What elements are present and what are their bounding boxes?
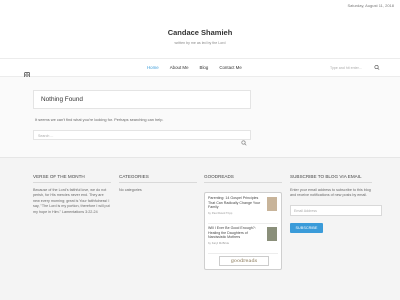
search-icon[interactable] <box>374 64 380 71</box>
verse-widget: VERSE OF THE MONTH Because of the Lord's… <box>33 174 111 215</box>
nav-menu: Home About Me Blog Contact Me <box>147 65 253 70</box>
verse-heading: VERSE OF THE MONTH <box>33 174 111 183</box>
page-title: Nothing Found <box>41 96 83 103</box>
main-navigation: Home About Me Blog Contact Me Type and h… <box>0 58 400 78</box>
instagram-icon[interactable] <box>24 65 30 78</box>
nav-item-contact-me[interactable]: Contact Me <box>219 65 241 70</box>
main-content: Nothing Found It seems we can't find wha… <box>0 77 400 157</box>
book-title[interactable]: Parenting: 14 Gospel Principles That Can… <box>208 196 266 210</box>
book-title[interactable]: Will I Ever Be Good Enough?: Healing the… <box>208 226 266 240</box>
nav-item-blog[interactable]: Blog <box>200 65 209 70</box>
book-cover[interactable] <box>267 197 277 211</box>
categories-heading: CATEGORIES <box>119 174 197 183</box>
subscribe-button[interactable]: SUBSCRIBE <box>290 222 323 233</box>
site-tagline: written by me as led by the Lord <box>174 41 226 45</box>
search-placeholder: Search ... <box>38 133 54 138</box>
nav-item-about-me[interactable]: About Me <box>170 65 189 70</box>
site-title[interactable]: Candace Shamieh <box>0 28 400 37</box>
not-found-message: It seems we can't find what you're looki… <box>35 117 164 122</box>
header-search-placeholder: Type and hit enter... <box>330 65 362 70</box>
verse-text: Because of the Lord's faithful love, we … <box>33 188 110 214</box>
categories-text: No categories <box>119 188 142 192</box>
book-cover[interactable] <box>267 227 277 241</box>
subscribe-heading: SUBSCRIBE TO BLOG VIA EMAIL <box>290 174 372 183</box>
goodreads-shelf: Parenting: 14 Gospel Principles That Can… <box>204 192 282 270</box>
subscribe-widget: SUBSCRIBE TO BLOG VIA EMAIL Enter your e… <box>290 174 382 233</box>
nav-item-home[interactable]: Home <box>147 65 159 70</box>
search-input[interactable]: Search ... <box>33 130 251 146</box>
goodreads-logo[interactable]: goodreads <box>219 256 269 266</box>
book-author: by Paul David Tripp <box>208 210 233 215</box>
goodreads-widget: GOODREADS Parenting: 14 Gospel Principle… <box>204 174 282 270</box>
top-bar: Saturday, August 11, 2018 <box>0 0 400 10</box>
email-field[interactable]: Email Address <box>290 204 382 216</box>
header-search-input[interactable]: Type and hit enter... <box>330 64 380 72</box>
current-date: Saturday, August 11, 2018 <box>347 3 394 8</box>
book-item[interactable]: Will I Ever Be Good Enough?: Healing the… <box>208 226 278 254</box>
footer-widgets: VERSE OF THE MONTH Because of the Lord's… <box>0 157 400 300</box>
categories-widget: CATEGORIES No categories <box>119 174 197 193</box>
search-icon[interactable] <box>241 133 247 146</box>
nothing-found-header: Nothing Found <box>33 90 251 109</box>
book-author: by Karyl McBride <box>208 240 230 245</box>
book-item[interactable]: Parenting: 14 Gospel Principles That Can… <box>208 196 278 224</box>
subscribe-text: Enter your email address to subscribe to… <box>290 188 371 198</box>
goodreads-heading: GOODREADS <box>204 174 282 183</box>
